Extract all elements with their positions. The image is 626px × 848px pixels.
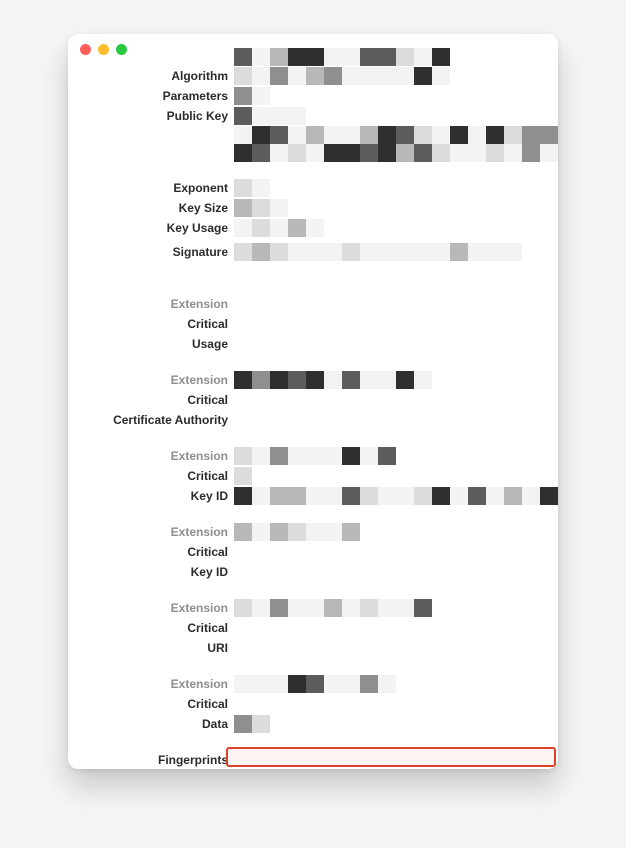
label-public-key: Public Key bbox=[68, 106, 228, 126]
certificate-details-window: Algorithm Parameters Public Key bbox=[68, 34, 558, 769]
redacted-value bbox=[234, 599, 432, 617]
redacted-value bbox=[234, 371, 432, 389]
label-usage: Usage bbox=[68, 334, 228, 354]
label-critical: Critical bbox=[68, 466, 228, 486]
label-signature: Signature bbox=[68, 242, 228, 262]
label-critical: Critical bbox=[68, 618, 228, 638]
label-extension: Extension bbox=[68, 674, 228, 694]
redacted-value bbox=[234, 219, 324, 237]
label-extension: Extension bbox=[68, 522, 228, 542]
label-key-id: Key ID bbox=[68, 486, 228, 506]
redacted-value bbox=[234, 675, 396, 693]
redacted-value bbox=[234, 144, 558, 162]
redacted-value bbox=[234, 487, 558, 505]
label-extension: Extension bbox=[68, 370, 228, 390]
label-data: Data bbox=[68, 714, 228, 734]
label-key-usage: Key Usage bbox=[68, 218, 228, 238]
label-critical: Critical bbox=[68, 314, 228, 334]
label-uri: URI bbox=[68, 638, 228, 658]
label-certificate-authority: Certificate Authority bbox=[68, 410, 228, 430]
redacted-value bbox=[234, 48, 450, 66]
label-key-id: Key ID bbox=[68, 562, 228, 582]
label-extension: Extension bbox=[68, 446, 228, 466]
redacted-value bbox=[234, 126, 558, 144]
certificate-fields: Algorithm Parameters Public Key bbox=[68, 48, 558, 769]
redacted-value bbox=[234, 447, 396, 465]
redacted-value bbox=[234, 523, 360, 541]
label-parameters: Parameters bbox=[68, 86, 228, 106]
label-critical: Critical bbox=[68, 542, 228, 562]
redacted-value bbox=[234, 179, 270, 197]
redacted-value bbox=[234, 87, 270, 105]
label-key-size: Key Size bbox=[68, 198, 228, 218]
label-exponent: Exponent bbox=[68, 178, 228, 198]
sha1-highlight-box bbox=[226, 747, 556, 767]
redacted-value bbox=[234, 199, 288, 217]
label-algorithm: Algorithm bbox=[68, 66, 228, 86]
label-fingerprints: Fingerprints bbox=[68, 750, 228, 769]
label-critical: Critical bbox=[68, 390, 228, 410]
redacted-value bbox=[234, 243, 522, 261]
redacted-value bbox=[234, 467, 252, 485]
redacted-value bbox=[234, 107, 306, 125]
redacted-value bbox=[234, 715, 270, 733]
redacted-value bbox=[234, 67, 450, 85]
label-critical: Critical bbox=[68, 694, 228, 714]
label-extension: Extension bbox=[68, 294, 228, 314]
label-extension: Extension bbox=[68, 598, 228, 618]
